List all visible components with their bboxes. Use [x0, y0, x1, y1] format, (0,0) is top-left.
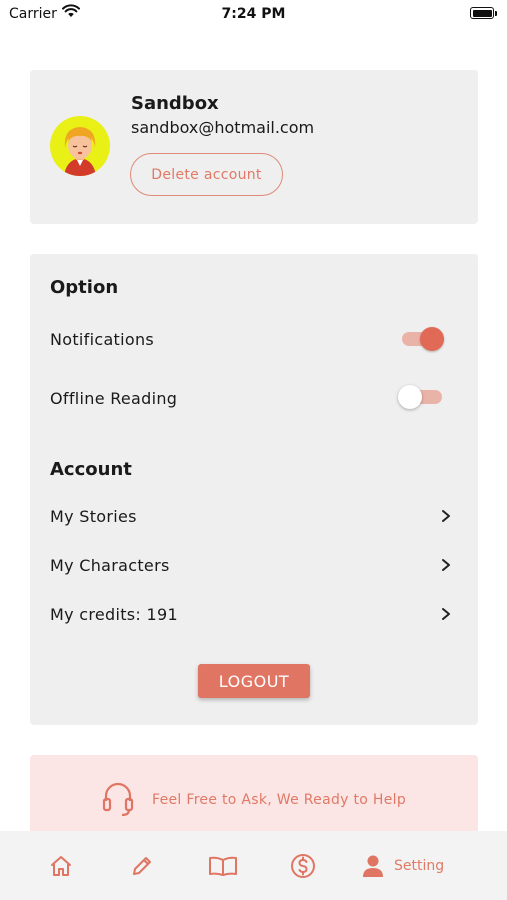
- account-item-label: My Stories: [50, 507, 137, 526]
- clock: 7:24 PM: [221, 6, 286, 22]
- tab-write[interactable]: [130, 831, 154, 900]
- account-item-label: My Characters: [50, 556, 170, 575]
- tab-bar: Setting: [0, 831, 507, 900]
- status-bar: Carrier 7:24 PM: [0, 0, 507, 30]
- help-banner[interactable]: Feel Free to Ask, We Ready to Help: [30, 755, 478, 835]
- account-item-label: My credits: 191: [50, 605, 178, 624]
- offline-reading-toggle[interactable]: [398, 384, 444, 410]
- chevron-right-icon: [442, 559, 450, 571]
- headset-icon: [102, 782, 134, 817]
- pencil-icon: [133, 856, 151, 875]
- tab-credits[interactable]: [290, 831, 316, 900]
- profile-email: sandbox@hotmail.com: [131, 118, 315, 137]
- option-section-title: Option: [50, 277, 119, 298]
- dollar-icon: [291, 853, 315, 878]
- account-section-title: Account: [50, 459, 132, 480]
- user-icon: [363, 855, 383, 877]
- delete-account-button[interactable]: Delete account: [130, 153, 283, 196]
- offline-reading-label: Offline Reading: [50, 389, 178, 408]
- help-text: Feel Free to Ask, We Ready to Help: [152, 792, 407, 808]
- home-icon: [51, 855, 71, 876]
- tab-setting[interactable]: Setting: [362, 831, 444, 900]
- settings-card: Option Notifications Offline Reading Acc…: [30, 254, 478, 725]
- profile-name: Sandbox: [131, 93, 219, 114]
- book-icon: [209, 856, 237, 876]
- profile-card: Sandbox sandbox@hotmail.com Delete accou…: [30, 70, 478, 224]
- tab-library[interactable]: [208, 831, 238, 900]
- tab-home[interactable]: [49, 831, 73, 900]
- avatar-illustration-icon: [64, 127, 96, 176]
- chevron-right-icon: [442, 608, 450, 620]
- notifications-toggle[interactable]: [400, 326, 444, 352]
- battery-icon: [470, 7, 497, 19]
- logout-button[interactable]: LOGOUT: [198, 664, 310, 698]
- avatar: [50, 116, 110, 176]
- notifications-label: Notifications: [50, 330, 155, 349]
- tab-setting-label: Setting: [394, 857, 445, 874]
- chevron-right-icon: [442, 510, 450, 522]
